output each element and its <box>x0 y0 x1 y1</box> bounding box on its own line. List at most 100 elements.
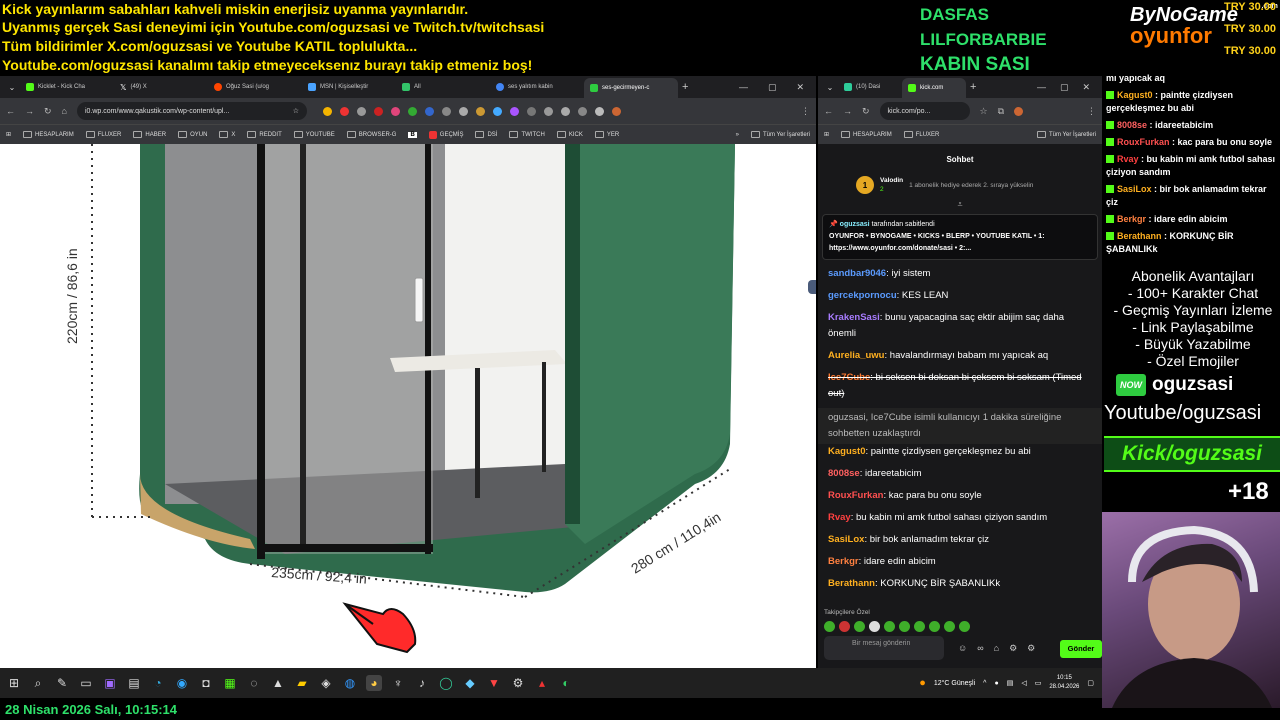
network-icon[interactable]: ▤ <box>1007 679 1014 687</box>
send-button[interactable]: Gönder <box>1060 640 1102 658</box>
menu-icon[interactable]: ⋮ <box>801 106 810 117</box>
menu-icon[interactable]: ⋮ <box>1087 106 1096 117</box>
extension-icon[interactable] <box>424 106 434 116</box>
app-icon[interactable]: ♪ <box>414 675 430 691</box>
chat-username[interactable]: Ice7Cube <box>828 372 870 383</box>
gift-icon[interactable]: ⌂ <box>994 643 999 654</box>
start-icon[interactable]: ⊞ <box>6 675 22 691</box>
profile-avatar[interactable] <box>611 106 621 116</box>
more-bookmarks-icon[interactable]: » <box>736 132 739 138</box>
chat-username[interactable]: gercekpornocu <box>828 290 897 301</box>
onenote-icon[interactable]: ▣ <box>102 675 118 691</box>
bookmark-link[interactable]: B <box>408 131 417 138</box>
extension-icon[interactable] <box>373 106 383 116</box>
bookmark-folder[interactable]: HABER <box>133 131 166 138</box>
reload-icon[interactable]: ↻ <box>862 106 870 117</box>
clock[interactable]: 10:15 28.04.2026 <box>1049 674 1079 692</box>
expand-icon[interactable]: ⩡ <box>818 200 1102 209</box>
chat-username[interactable]: sandbar9046 <box>828 268 886 279</box>
mic-icon[interactable]: ● <box>994 680 998 687</box>
address-bar[interactable]: kick.com/po... <box>879 102 970 120</box>
chat-username[interactable]: Aurelia_uwu <box>828 350 885 361</box>
extension-icon[interactable] <box>441 106 451 116</box>
extension-icon[interactable] <box>543 106 553 116</box>
app-icon[interactable]: ◔ <box>150 675 166 691</box>
reload-icon[interactable]: ↻ <box>44 106 52 117</box>
app-icon[interactable]: ◆ <box>462 675 478 691</box>
extension-icon[interactable] <box>407 106 417 116</box>
extension-icon[interactable] <box>390 106 400 116</box>
chat-username[interactable]: KrakenSasi <box>828 312 880 323</box>
maximize-icon[interactable]: ▢ <box>1060 82 1069 93</box>
emote-icon[interactable] <box>869 621 880 632</box>
bookmark-folder[interactable]: REDDIT <box>247 131 282 138</box>
back-icon[interactable]: ← <box>824 106 833 116</box>
app-icon[interactable]: ◈ <box>318 675 334 691</box>
browser-tab[interactable]: Oğuz Sasi (u/og <box>208 78 302 96</box>
emote-icon[interactable] <box>854 621 865 632</box>
extension-icon[interactable] <box>475 106 485 116</box>
browser-tab-active[interactable]: kick.com <box>902 78 966 98</box>
app-icon[interactable]: ▦ <box>222 675 238 691</box>
emote-icon[interactable] <box>914 621 925 632</box>
chat-username[interactable]: Kagust0 <box>828 446 865 457</box>
emoji-icon[interactable]: ☺ <box>958 643 967 654</box>
emote-icon[interactable] <box>944 621 955 632</box>
extension-icon[interactable] <box>322 106 332 116</box>
app-icon[interactable]: ▴ <box>534 675 550 691</box>
app-icon[interactable]: ▰ <box>294 675 310 691</box>
emote-icon[interactable] <box>839 621 850 632</box>
app-icon[interactable]: ▤ <box>126 675 142 691</box>
emote-icon[interactable] <box>959 621 970 632</box>
app-icon[interactable]: ▲ <box>270 675 286 691</box>
forward-icon[interactable]: → <box>25 106 34 116</box>
emote-icon[interactable] <box>884 621 895 632</box>
star-icon[interactable]: ☆ <box>293 107 299 115</box>
chrome-icon[interactable]: ◕ <box>366 675 382 691</box>
bookmark-folder[interactable]: YER <box>594 131 619 138</box>
app-icon[interactable]: ◍ <box>342 675 358 691</box>
settings-icon[interactable]: ⚙ <box>1009 643 1017 654</box>
extension-icon[interactable] <box>526 106 536 116</box>
apps-icon[interactable]: ⊞ <box>824 131 829 138</box>
app-icon[interactable]: ♆ <box>390 675 406 691</box>
volume-icon[interactable]: ◁ <box>1021 679 1026 687</box>
emote-icon[interactable] <box>899 621 910 632</box>
bookmark-folder[interactable]: FLUXER <box>903 131 939 138</box>
scroll-indicator[interactable] <box>808 280 816 294</box>
chat-username[interactable]: SasiLox <box>828 534 864 545</box>
extension-icon[interactable] <box>356 106 366 116</box>
new-tab-icon[interactable]: + <box>970 81 976 93</box>
bookmark-folder[interactable]: DSİ <box>475 131 497 138</box>
more-icon[interactable]: ⚙ <box>1027 643 1035 654</box>
chat-username[interactable]: Berkgr <box>828 556 859 567</box>
extensions-icon[interactable]: ⧉ <box>998 106 1004 117</box>
chat-username[interactable]: Rvay <box>828 512 851 523</box>
bookmark-folder[interactable]: YOUTUBE <box>293 131 335 138</box>
minimize-icon[interactable]: — <box>1037 82 1046 93</box>
bookmark-folder[interactable]: OYUN <box>178 131 207 138</box>
chat-username[interactable]: RouxFurkan <box>828 490 883 501</box>
address-bar[interactable]: i0.wp.com/www.qakustik.com/wp-content/up… <box>76 102 307 120</box>
extension-icon[interactable] <box>339 106 349 116</box>
browser-tab-active[interactable]: ses-gecirmeyen-c <box>584 78 678 98</box>
battery-icon[interactable]: ▭ <box>1035 679 1042 687</box>
camera-icon[interactable]: ◘ <box>198 675 214 691</box>
bookmark-folder[interactable]: GEÇMİŞ <box>428 130 463 139</box>
tray-chevron-icon[interactable]: ^ <box>983 680 986 687</box>
apps-icon[interactable]: ⊞ <box>6 131 11 138</box>
extension-icon[interactable] <box>577 106 587 116</box>
bookmark-folder[interactable]: KICK <box>556 131 583 138</box>
extension-icon[interactable] <box>560 106 570 116</box>
all-bookmarks[interactable]: Tüm Yer İşaretleri <box>1036 131 1096 138</box>
folder-icon[interactable]: ▭ <box>78 675 94 691</box>
new-tab-icon[interactable]: + <box>682 81 688 93</box>
chat-input[interactable]: Bir mesaj gönderin <box>824 636 944 660</box>
extension-icon[interactable] <box>594 106 604 116</box>
link-icon[interactable]: ∞ <box>977 643 983 654</box>
star-icon[interactable]: ☆ <box>980 106 988 117</box>
bookmark-folder[interactable]: HESAPLARIM <box>23 131 74 138</box>
app-icon[interactable]: ◐ <box>558 675 574 691</box>
extension-icon[interactable] <box>492 106 502 116</box>
app-icon[interactable]: ◌ <box>246 675 262 691</box>
